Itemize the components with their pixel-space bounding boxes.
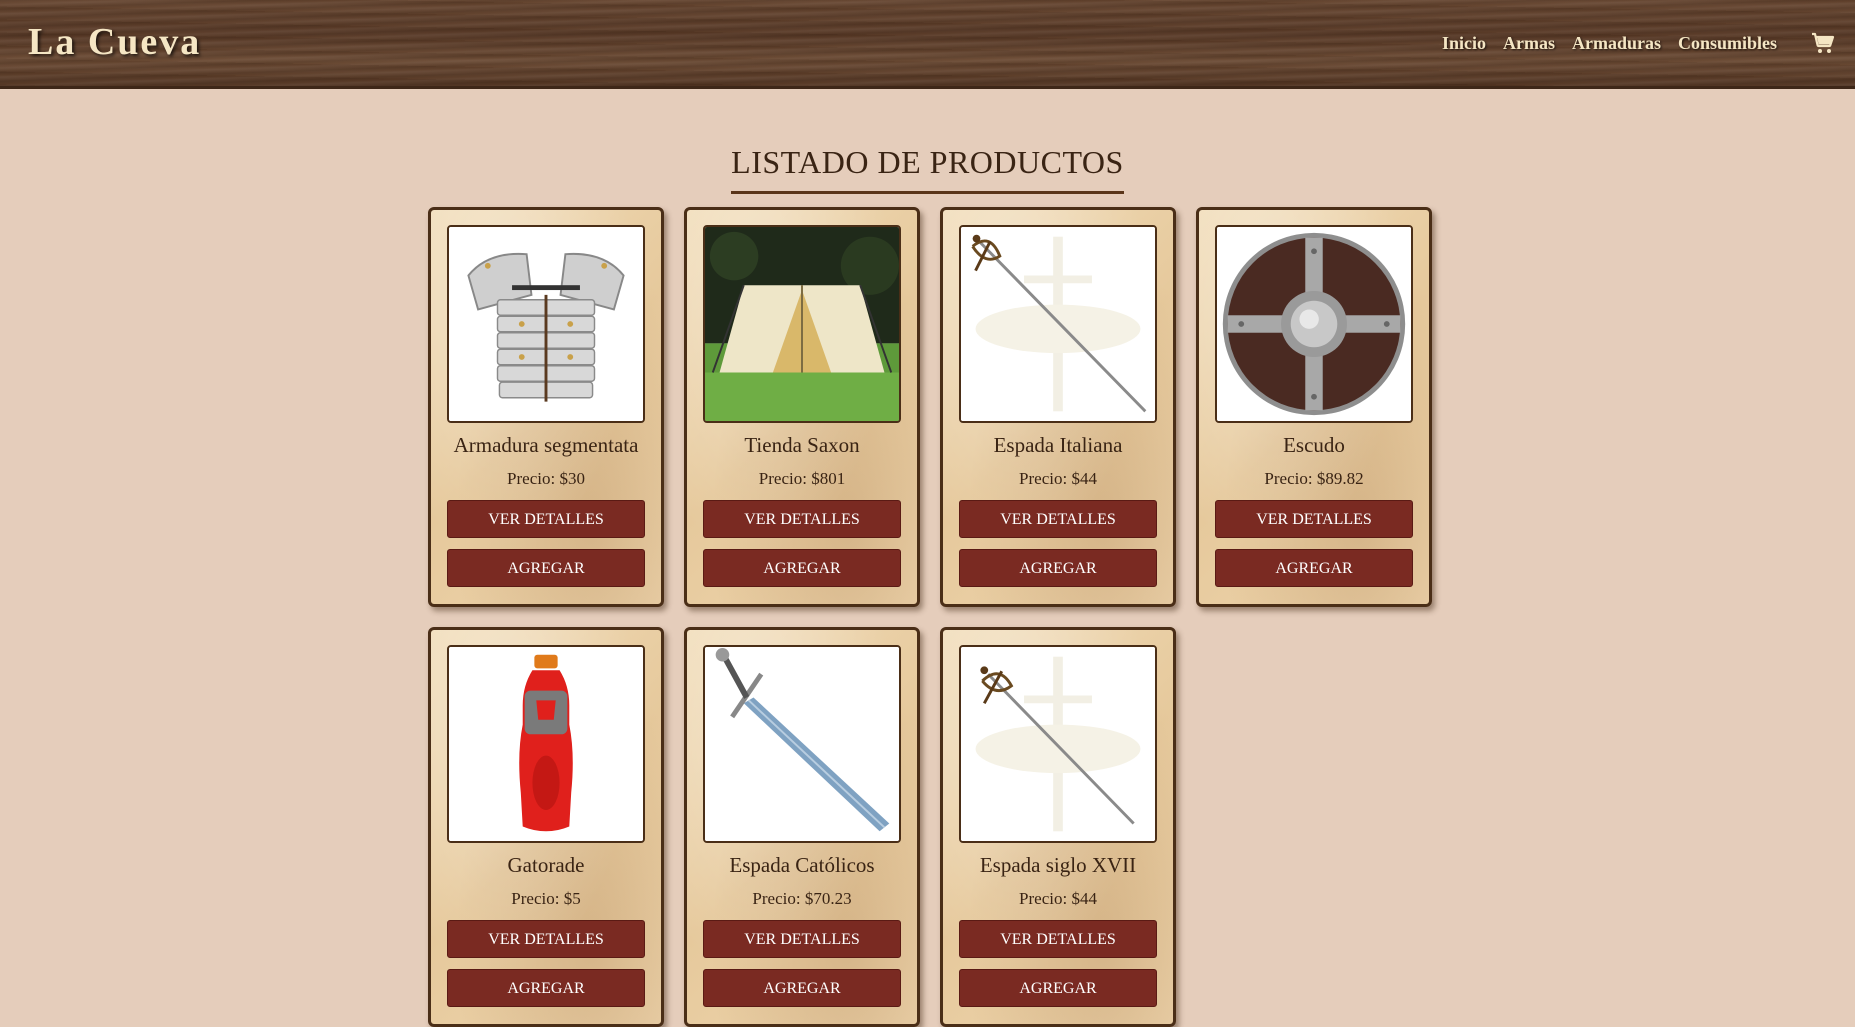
view-details-button[interactable]: VER DETALLES: [447, 500, 645, 538]
product-card: Tienda Saxon Precio: $801 VER DETALLES A…: [684, 207, 920, 607]
product-card: Espada siglo XVII Precio: $44 VER DETALL…: [940, 627, 1176, 1027]
product-image-round-shield[interactable]: [1215, 225, 1413, 423]
title-wrap: LISTADO DE PRODUCTOS: [0, 123, 1855, 216]
nav-link-inicio[interactable]: Inicio: [1442, 33, 1486, 54]
product-image-tent[interactable]: [703, 225, 901, 423]
product-image-longsword[interactable]: [703, 645, 901, 843]
product-price: Precio: $70.23: [752, 889, 852, 908]
product-name: Armadura segmentata: [453, 433, 639, 457]
brand-logo[interactable]: La Cueva: [28, 20, 201, 64]
product-card: Espada Italiana Precio: $44 VER DETALLES…: [940, 207, 1176, 607]
product-price: Precio: $89.82: [1264, 469, 1364, 488]
add-to-cart-button[interactable]: AGREGAR: [959, 549, 1157, 587]
view-details-button[interactable]: VER DETALLES: [959, 920, 1157, 958]
add-to-cart-button[interactable]: AGREGAR: [703, 969, 901, 1007]
view-details-button[interactable]: VER DETALLES: [703, 500, 901, 538]
product-card: Espada Católicos Precio: $70.23 VER DETA…: [684, 627, 920, 1027]
product-card: Gatorade Precio: $5 VER DETALLES AGREGAR: [428, 627, 664, 1027]
product-name: Tienda Saxon: [744, 433, 860, 457]
product-price: Precio: $44: [1019, 469, 1097, 488]
nav-link-consumibles[interactable]: Consumibles: [1678, 33, 1777, 54]
product-grid: Armadura segmentata Precio: $30 VER DETA…: [428, 207, 1438, 1027]
product-image-rapier-sword[interactable]: [959, 225, 1157, 423]
product-name: Espada Italiana: [993, 433, 1123, 457]
add-to-cart-button[interactable]: AGREGAR: [703, 549, 901, 587]
product-price: Precio: $801: [758, 469, 846, 488]
view-details-button[interactable]: VER DETALLES: [447, 920, 645, 958]
product-price: Precio: $30: [507, 469, 585, 488]
product-card: Armadura segmentata Precio: $30 VER DETA…: [428, 207, 664, 607]
product-card: Escudo Precio: $89.82 VER DETALLES AGREG…: [1196, 207, 1432, 607]
nav-link-armaduras[interactable]: Armaduras: [1572, 33, 1661, 54]
page-title: LISTADO DE PRODUCTOS: [731, 144, 1124, 195]
nav-links: Inicio Armas Armaduras Consumibles: [1425, 0, 1835, 86]
product-name: Espada siglo XVII: [979, 853, 1137, 877]
add-to-cart-button[interactable]: AGREGAR: [447, 969, 645, 1007]
add-to-cart-button[interactable]: AGREGAR: [447, 549, 645, 587]
product-name: Gatorade: [507, 853, 585, 877]
product-price: Precio: $5: [511, 889, 581, 908]
product-price: Precio: $44: [1019, 889, 1097, 908]
navbar: La Cueva Inicio Armas Armaduras Consumib…: [0, 0, 1855, 89]
view-details-button[interactable]: VER DETALLES: [959, 500, 1157, 538]
product-name: Escudo: [1283, 433, 1345, 457]
view-details-button[interactable]: VER DETALLES: [703, 920, 901, 958]
shopping-cart-icon[interactable]: [1811, 31, 1835, 55]
view-details-button[interactable]: VER DETALLES: [1215, 500, 1413, 538]
product-image-rapier-sword[interactable]: [959, 645, 1157, 843]
add-to-cart-button[interactable]: AGREGAR: [1215, 549, 1413, 587]
product-name: Espada Católicos: [729, 853, 875, 877]
product-image-sports-drink-bottle[interactable]: [447, 645, 645, 843]
nav-link-armas[interactable]: Armas: [1503, 33, 1555, 54]
add-to-cart-button[interactable]: AGREGAR: [959, 969, 1157, 1007]
product-image-segmented-armor[interactable]: [447, 225, 645, 423]
